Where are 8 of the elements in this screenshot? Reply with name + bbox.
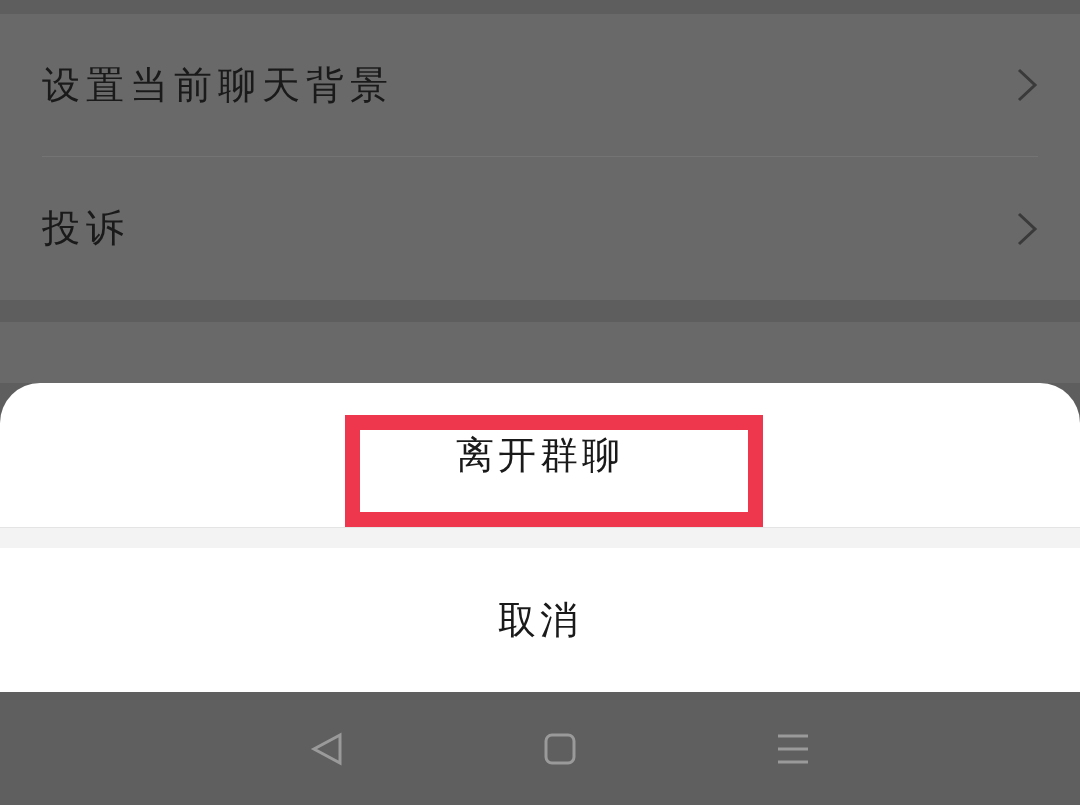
chevron-right-icon[interactable]	[1016, 67, 1038, 103]
row-label: 设置当前聊天背景	[42, 61, 394, 109]
chevron-right-icon[interactable]	[1016, 210, 1038, 247]
sheet-action-button[interactable]: 取消	[498, 591, 582, 649]
row-label: 投诉	[42, 205, 130, 252]
home-icon[interactable]	[544, 732, 576, 765]
back-icon[interactable]	[310, 731, 344, 766]
sheet-action-button[interactable]: 离开群聊	[456, 426, 624, 484]
